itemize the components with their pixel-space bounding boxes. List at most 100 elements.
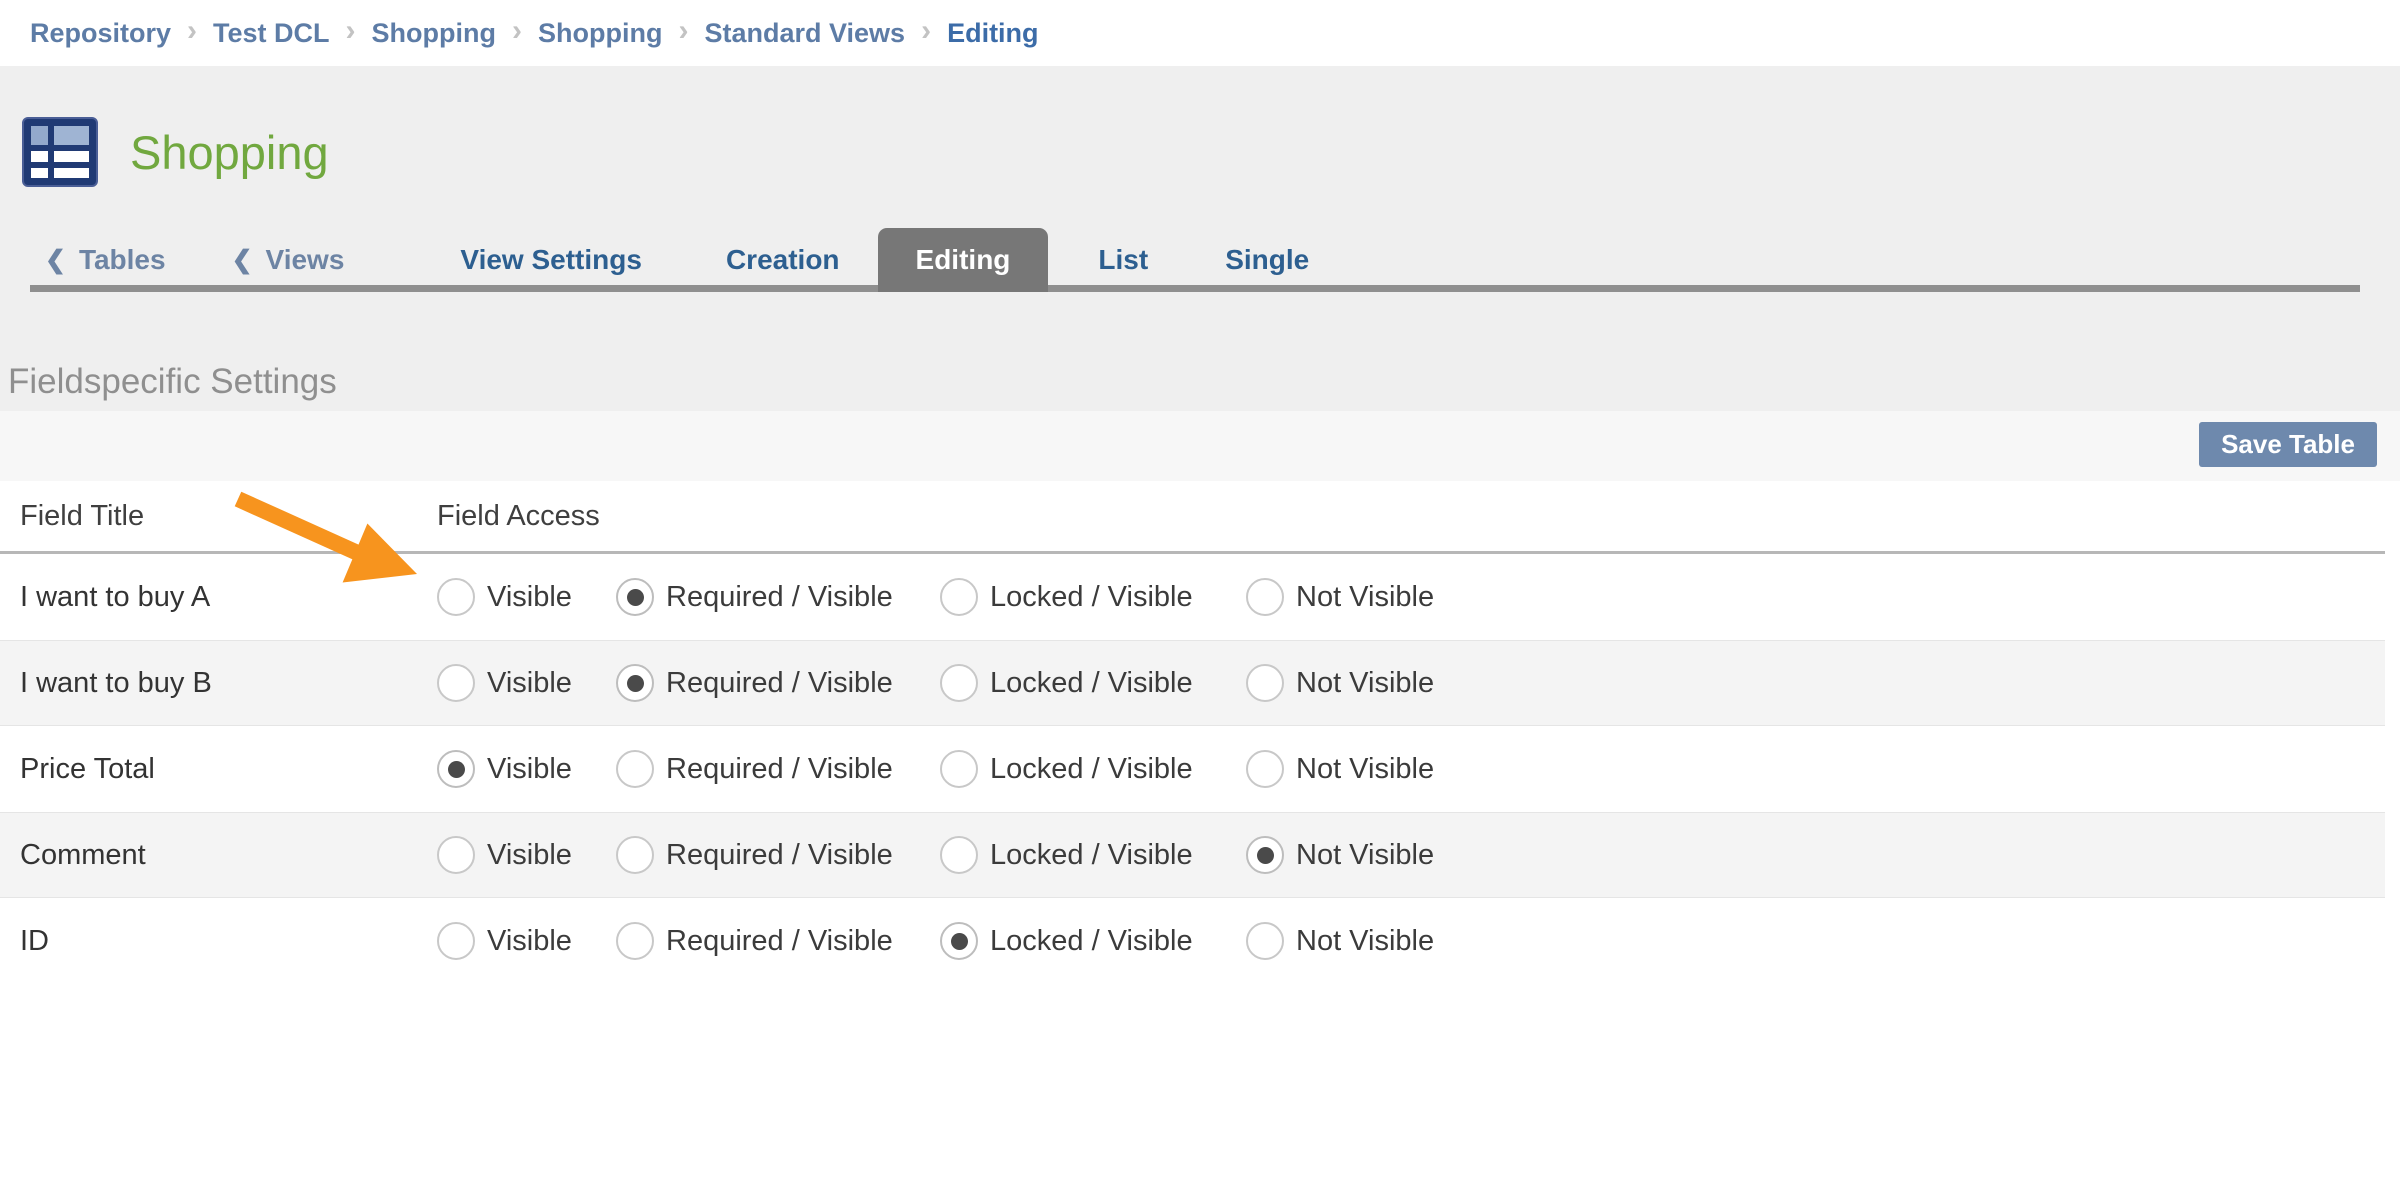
radio-label: Locked / Visible	[990, 753, 1193, 786]
radio-option-not-visible[interactable]: Not Visible	[1246, 922, 2385, 960]
radio-option-required-visible[interactable]: Required / Visible	[616, 836, 940, 874]
field-title: Comment	[0, 839, 437, 872]
chevron-left-icon: ❮	[232, 245, 253, 275]
radio-option-not-visible[interactable]: Not Visible	[1246, 750, 2385, 788]
breadcrumb-separator-icon: ›	[187, 14, 197, 48]
radio-option-required-visible[interactable]: Required / Visible	[616, 750, 940, 788]
tab-label: List	[1098, 244, 1148, 276]
field-row-i-want-to-buy-a: I want to buy A Visible Required / Visible…	[0, 554, 2385, 640]
radio-option-required-visible[interactable]: Required / Visible	[616, 664, 940, 702]
breadcrumb-current: Editing	[947, 18, 1038, 49]
radio-unselected-icon[interactable]	[616, 750, 654, 788]
radio-unselected-icon[interactable]	[437, 578, 475, 616]
radio-option-locked-visible[interactable]: Locked / Visible	[940, 922, 1246, 960]
radio-unselected-icon[interactable]	[437, 922, 475, 960]
table-header-row: Field Title Field Access	[0, 481, 2385, 554]
radio-label: Not Visible	[1296, 839, 1434, 872]
breadcrumb-separator-icon: ›	[512, 14, 522, 48]
radio-unselected-icon[interactable]	[940, 578, 978, 616]
tab-creation[interactable]: Creation	[726, 244, 840, 276]
radio-label: Locked / Visible	[990, 667, 1193, 700]
radio-label: Locked / Visible	[990, 839, 1193, 872]
radio-label: Required / Visible	[666, 581, 893, 614]
radio-label: Required / Visible	[666, 925, 893, 958]
breadcrumb-item-standard-views[interactable]: Standard Views	[704, 18, 905, 49]
radio-option-not-visible[interactable]: Not Visible	[1246, 578, 2385, 616]
save-table-button[interactable]: Save Table	[2199, 422, 2377, 467]
radio-label: Not Visible	[1296, 581, 1434, 614]
field-row-i-want-to-buy-b: I want to buy BVisibleRequired / Visible…	[0, 640, 2385, 726]
radio-label: Visible	[487, 581, 572, 614]
chevron-left-icon: ❮	[45, 245, 66, 275]
header-band: Shopping ❮ Tables ❮ Views View Settings Creat…	[0, 66, 2400, 411]
radio-unselected-icon[interactable]	[437, 836, 475, 874]
field-row-id: ID Visible Required / Visible Locked / Visi…	[0, 898, 2385, 984]
radio-label: Not Visible	[1296, 667, 1434, 700]
radio-label: Visible	[487, 925, 572, 958]
field-settings-table: Field Title Field Access I want to buy A…	[0, 481, 2385, 984]
radio-unselected-icon[interactable]	[940, 750, 978, 788]
radio-selected-icon[interactable]	[616, 578, 654, 616]
field-title: ID	[0, 925, 437, 958]
radio-label: Locked / Visible	[990, 925, 1193, 958]
radio-selected-icon[interactable]	[1246, 836, 1284, 874]
radio-label: Locked / Visible	[990, 581, 1193, 614]
radio-option-visible[interactable]: Visible	[437, 578, 616, 616]
radio-option-locked-visible[interactable]: Locked / Visible	[940, 750, 1246, 788]
radio-unselected-icon[interactable]	[616, 836, 654, 874]
tab-label: Creation	[726, 244, 840, 276]
section-heading: Fieldspecific Settings	[0, 362, 2400, 402]
radio-label: Required / Visible	[666, 753, 893, 786]
radio-option-visible[interactable]: Visible	[437, 664, 616, 702]
tab-label: Editing	[916, 244, 1011, 276]
breadcrumb-item-shopping[interactable]: Shopping	[538, 18, 662, 49]
radio-option-required-visible[interactable]: Required / Visible	[616, 922, 940, 960]
radio-selected-icon[interactable]	[940, 922, 978, 960]
radio-unselected-icon[interactable]	[1246, 664, 1284, 702]
radio-option-locked-visible[interactable]: Locked / Visible	[940, 836, 1246, 874]
tab-label: Single	[1225, 244, 1309, 276]
radio-option-not-visible[interactable]: Not Visible	[1246, 664, 2385, 702]
field-title: I want to buy A	[0, 581, 437, 614]
tab-list[interactable]: List	[1098, 244, 1148, 276]
radio-option-visible[interactable]: Visible	[437, 922, 616, 960]
tab-tables[interactable]: ❮ Tables	[45, 244, 166, 276]
breadcrumb-item-repository[interactable]: Repository	[30, 18, 171, 49]
column-header-field-title: Field Title	[0, 500, 437, 533]
tab-single[interactable]: Single	[1225, 244, 1309, 276]
radio-selected-icon[interactable]	[616, 664, 654, 702]
breadcrumb-item-test-dcl[interactable]: Test DCL	[213, 18, 330, 49]
tabs: ❮ Tables ❮ Views View Settings Creation Editin…	[0, 228, 2400, 292]
breadcrumb-separator-icon: ›	[678, 14, 688, 48]
radio-option-visible[interactable]: Visible	[437, 750, 616, 788]
radio-unselected-icon[interactable]	[616, 922, 654, 960]
table-icon	[22, 117, 98, 187]
radio-unselected-icon[interactable]	[940, 836, 978, 874]
tab-label: Views	[266, 244, 345, 276]
radio-label: Not Visible	[1296, 753, 1434, 786]
radio-selected-icon[interactable]	[437, 750, 475, 788]
tab-views[interactable]: ❮ Views	[232, 244, 345, 276]
field-title: Price Total	[0, 753, 437, 786]
breadcrumb-separator-icon: ›	[921, 14, 931, 48]
radio-unselected-icon[interactable]	[1246, 750, 1284, 788]
radio-label: Visible	[487, 839, 572, 872]
radio-option-visible[interactable]: Visible	[437, 836, 616, 874]
radio-option-locked-visible[interactable]: Locked / Visible	[940, 578, 1246, 616]
page: Repository › Test DCL › Shopping › Shopping › St…	[0, 0, 2400, 1200]
radio-label: Visible	[487, 753, 572, 786]
radio-unselected-icon[interactable]	[940, 664, 978, 702]
breadcrumb-item-shopping[interactable]: Shopping	[372, 18, 496, 49]
tab-editing[interactable]: Editing	[878, 228, 1049, 292]
radio-option-locked-visible[interactable]: Locked / Visible	[940, 664, 1246, 702]
column-header-field-access: Field Access	[437, 500, 2385, 533]
tab-view-settings[interactable]: View Settings	[460, 244, 642, 276]
radio-unselected-icon[interactable]	[1246, 922, 1284, 960]
radio-unselected-icon[interactable]	[1246, 578, 1284, 616]
radio-unselected-icon[interactable]	[437, 664, 475, 702]
radio-option-not-visible[interactable]: Not Visible	[1246, 836, 2385, 874]
tab-label: View Settings	[460, 244, 642, 276]
tab-label: Tables	[79, 244, 166, 276]
radio-option-required-visible[interactable]: Required / Visible	[616, 578, 940, 616]
title-row: Shopping	[0, 66, 2400, 187]
